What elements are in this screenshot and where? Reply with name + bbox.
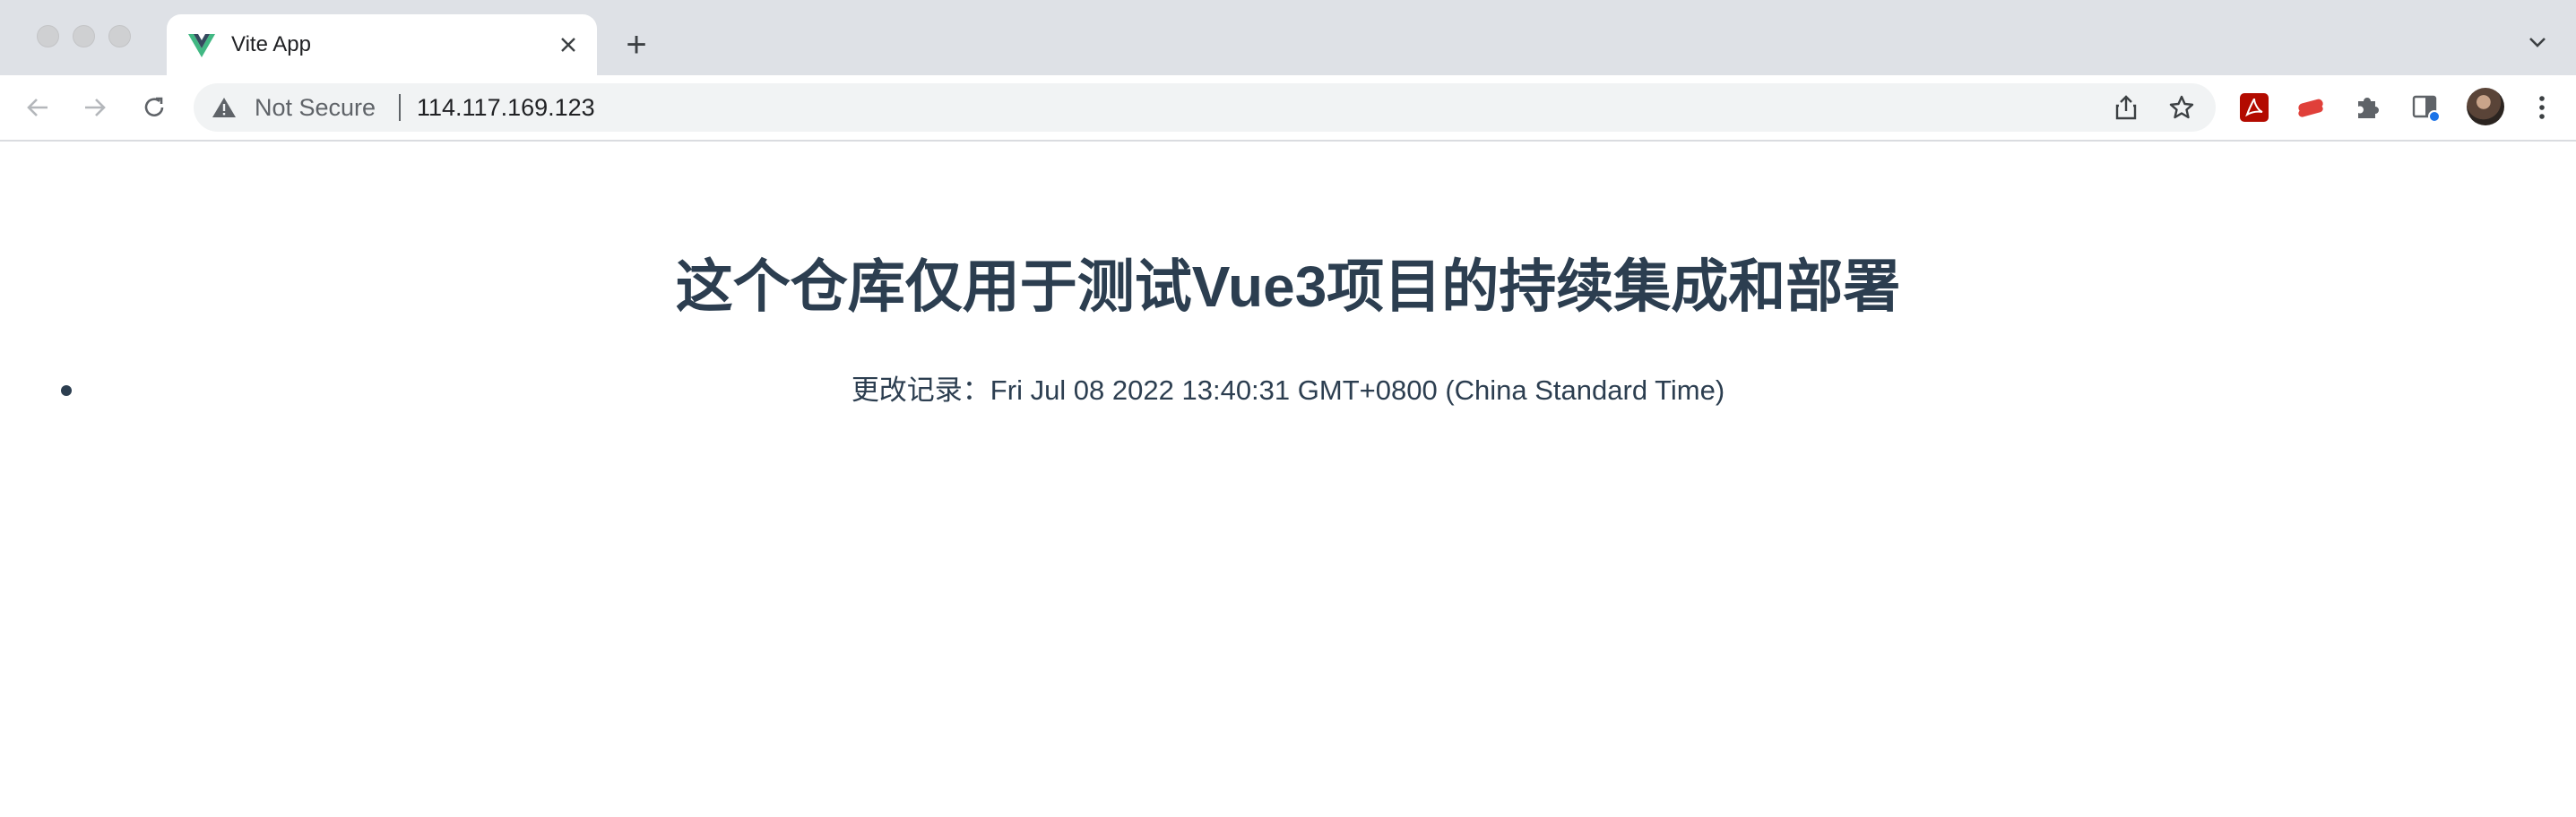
vue-logo-icon [188,34,215,57]
new-tab-button[interactable]: + [617,25,656,64]
forward-arrow-icon[interactable] [75,88,115,127]
change-log-item: 更改记录：Fri Jul 08 2022 13:40:31 GMT+0800 (… [851,374,1725,406]
kebab-menu-icon[interactable] [2526,91,2558,124]
window-close-button[interactable] [37,25,59,47]
browser-toolbar: Not Secure 114.117.169.123 [0,75,2576,142]
profile-avatar[interactable] [2467,88,2504,125]
security-status[interactable]: Not Secure [255,92,376,123]
close-icon[interactable] [552,29,584,61]
reload-icon[interactable] [134,88,174,127]
url-text[interactable]: 114.117.169.123 [417,92,595,123]
share-icon[interactable] [2110,91,2142,124]
back-arrow-icon[interactable] [18,88,57,127]
address-bar[interactable]: Not Secure 114.117.169.123 [194,83,2216,132]
omnibox-divider [399,94,401,121]
active-tab[interactable]: Vite App [167,14,597,75]
side-panel-icon[interactable] [2409,91,2442,124]
tab-title: Vite App [231,32,311,56]
window-zoom-button[interactable] [108,25,131,47]
star-icon[interactable] [2165,91,2198,124]
acrobat-icon[interactable] [2238,91,2270,124]
chevron-down-icon[interactable] [2524,29,2551,56]
page-heading: 这个仓库仅用于测试Vue3项目的持续集成和部署 [675,254,1901,319]
window-minimize-button[interactable] [73,25,95,47]
warning-icon[interactable] [212,96,237,119]
tab-strip: Vite App + [0,0,2576,75]
red-extension-icon[interactable] [2295,91,2327,124]
page-viewport: 这个仓库仅用于测试Vue3项目的持续集成和部署 更改记录：Fri Jul 08 … [0,142,2576,817]
puzzle-icon[interactable] [2351,91,2383,124]
